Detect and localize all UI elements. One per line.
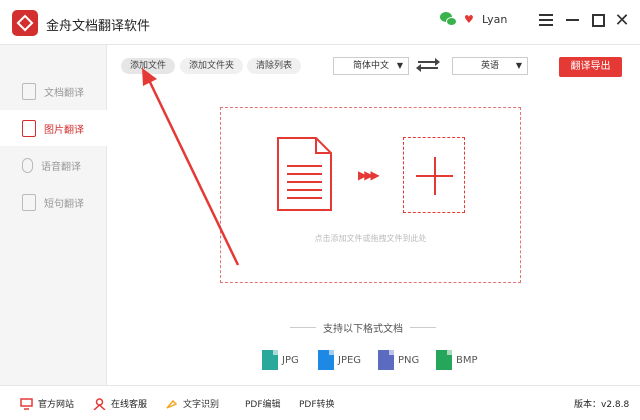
app-title: 金舟文档翻译软件 (46, 19, 151, 34)
user-area[interactable]: ♥ Lyan (440, 12, 507, 27)
online-support-link[interactable]: 在线客服 (93, 397, 147, 410)
format-label: JPG (282, 354, 299, 366)
pdf-edit-link[interactable]: PDF编辑 (245, 397, 281, 410)
forward-arrows-icon: ▶▶▶ (358, 168, 380, 182)
app-logo (12, 10, 38, 36)
jpg-file-icon (262, 350, 278, 370)
minimize-icon[interactable] (562, 10, 582, 30)
ocr-link[interactable]: 文字识别 (165, 397, 219, 410)
sidebar-item-image-translate[interactable]: 图片翻译 (0, 110, 107, 146)
sidebar-item-label: 图片翻译 (44, 124, 84, 136)
chevron-down-icon: ▼ (396, 61, 403, 70)
version-info: 版本：v2.8.8 (574, 397, 629, 410)
vip-icon: ♥ (464, 12, 474, 26)
menu-icon[interactable] (536, 10, 556, 30)
pdf-convert-link[interactable]: PDF转换 (299, 397, 335, 410)
ocr-icon (166, 399, 178, 409)
file-drop-zone[interactable]: ▶▶▶ 点击添加文件或拖拽文件到此处 (220, 107, 521, 283)
source-language-select[interactable]: 简体中文 ▼ (333, 57, 409, 75)
jpeg-file-icon (318, 350, 334, 370)
support-label: 在线客服 (111, 400, 148, 410)
bmp-file-icon (436, 350, 452, 370)
status-bar: 官方网站 在线客服 文字识别 PDF编辑 PDF转换 版本：v2.8.8 (0, 385, 640, 420)
swap-languages-icon[interactable] (416, 58, 440, 72)
official-website-link[interactable]: 官方网站 (20, 397, 74, 410)
username: Lyan (482, 13, 508, 26)
target-language-select[interactable]: 英语 ▼ (452, 57, 528, 75)
website-label: 官方网站 (38, 400, 75, 410)
format-label: PNG (398, 354, 420, 366)
drop-hint: 点击添加文件或拖拽文件到此处 (314, 234, 427, 243)
sidebar-item-label: 文档翻译 (44, 87, 84, 99)
ocr-label: 文字识别 (183, 400, 220, 410)
translate-export-button[interactable]: 翻译导出 (559, 57, 622, 77)
title-bar: 金舟文档翻译软件 ♥ Lyan ✕ (0, 0, 640, 45)
version-label: 版本： (574, 400, 602, 410)
chevron-down-icon: ▼ (515, 61, 522, 70)
sidebar-item-voice-translate[interactable]: 语音翻译 (0, 147, 107, 183)
microphone-icon (22, 157, 33, 173)
pdf-convert-label: PDF转换 (299, 400, 335, 410)
image-icon (22, 119, 36, 137)
format-jpeg: JPEG (318, 350, 361, 370)
document-icon (22, 82, 36, 100)
text-icon (22, 193, 36, 211)
format-label: BMP (456, 354, 478, 366)
format-png: PNG (378, 350, 419, 370)
document-icon (277, 137, 332, 211)
format-bmp: BMP (436, 350, 478, 370)
png-file-icon (378, 350, 394, 370)
format-label: JPEG (338, 354, 362, 366)
maximize-icon[interactable] (588, 10, 608, 30)
wechat-icon (440, 12, 458, 27)
sidebar: 文档翻译 图片翻译 语音翻译 短句翻译 (0, 45, 107, 385)
target-language-value: 英语 (480, 61, 499, 71)
supported-formats-title: 支持以下格式文档 (290, 320, 436, 335)
clear-list-button[interactable]: 清除列表 (247, 58, 302, 74)
monitor-icon (20, 397, 33, 410)
add-plus-icon[interactable] (403, 137, 465, 213)
sidebar-item-document-translate[interactable]: 文档翻译 (0, 73, 107, 109)
close-icon[interactable]: ✕ (612, 10, 632, 31)
version-number: v2.8.8 (601, 400, 630, 410)
format-jpg: JPG (262, 350, 299, 370)
sidebar-item-phrase-translate[interactable]: 短句翻译 (0, 184, 107, 220)
sidebar-item-label: 短句翻译 (44, 198, 84, 210)
pdf-edit-label: PDF编辑 (245, 400, 281, 410)
add-folder-button[interactable]: 添加文件夹 (180, 58, 244, 74)
source-language-value: 简体中文 (352, 61, 389, 71)
sidebar-item-label: 语音翻译 (41, 161, 81, 173)
add-file-button[interactable]: 添加文件 (121, 58, 176, 74)
person-icon (93, 397, 106, 410)
